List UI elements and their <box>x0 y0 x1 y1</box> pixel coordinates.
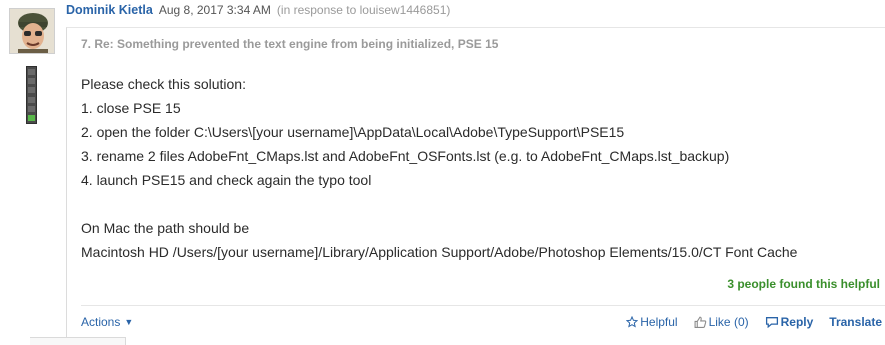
post-header: Dominik Kietla Aug 8, 2017 3:34 AM (in r… <box>66 3 450 19</box>
post-date: Aug 8, 2017 3:34 AM <box>158 3 271 17</box>
body-line: 2. open the folder C:\Users\[your userna… <box>81 124 625 140</box>
divider <box>81 305 885 306</box>
meter-segment <box>28 69 35 75</box>
meter-segment-active <box>28 114 35 121</box>
body-line: 1. close PSE 15 <box>81 100 181 116</box>
body-blank-line <box>81 192 871 216</box>
avatar[interactable] <box>9 8 55 54</box>
post-body: Please check this solution: 1. close PSE… <box>81 72 871 264</box>
meter-segment <box>28 105 35 112</box>
helpful-count: 3 people found this helpful <box>727 277 880 291</box>
speech-bubble-icon <box>765 317 778 328</box>
reply-label: Reply <box>780 315 814 329</box>
post-actions: Helpful Like (0) Reply Translate <box>626 315 882 329</box>
post-container: 7. Re: Something prevented the text engi… <box>66 27 885 345</box>
translate-label: Translate <box>829 315 882 329</box>
avatar-image <box>10 9 54 53</box>
meter-segment <box>28 78 35 85</box>
author-link[interactable]: Dominik Kietla <box>66 3 153 17</box>
body-line: Macintosh HD /Users/[your username]/Libr… <box>81 244 798 260</box>
body-line: On Mac the path should be <box>81 220 250 236</box>
body-line: 3. rename 2 files AdobeFnt_CMaps.lst and… <box>81 148 730 164</box>
action-bar: Actions ▼ Helpful Like (0) Reply Transla… <box>81 315 882 333</box>
meter-segment <box>28 87 35 94</box>
in-response-link[interactable]: (in response to louisew1446851) <box>277 3 450 17</box>
like-label: Like (0) <box>708 315 749 329</box>
translate-button[interactable]: Translate <box>829 315 882 329</box>
star-icon <box>626 316 639 328</box>
actions-menu-button[interactable]: Actions ▼ <box>81 315 133 329</box>
status-level-meter <box>26 66 37 124</box>
post-title[interactable]: 7. Re: Something prevented the text engi… <box>81 37 498 51</box>
thumbs-up-icon <box>694 316 706 328</box>
actions-menu-label: Actions <box>81 315 121 329</box>
helpful-button[interactable]: Helpful <box>626 315 678 329</box>
body-line: Please check this solution: <box>81 76 246 92</box>
reply-button[interactable]: Reply <box>765 315 814 329</box>
helpful-label: Helpful <box>640 315 678 329</box>
chevron-down-icon: ▼ <box>124 317 134 327</box>
like-button[interactable]: Like (0) <box>694 315 749 329</box>
body-line: 4. launch PSE15 and check again the typo… <box>81 172 372 188</box>
meter-segment <box>28 96 35 103</box>
